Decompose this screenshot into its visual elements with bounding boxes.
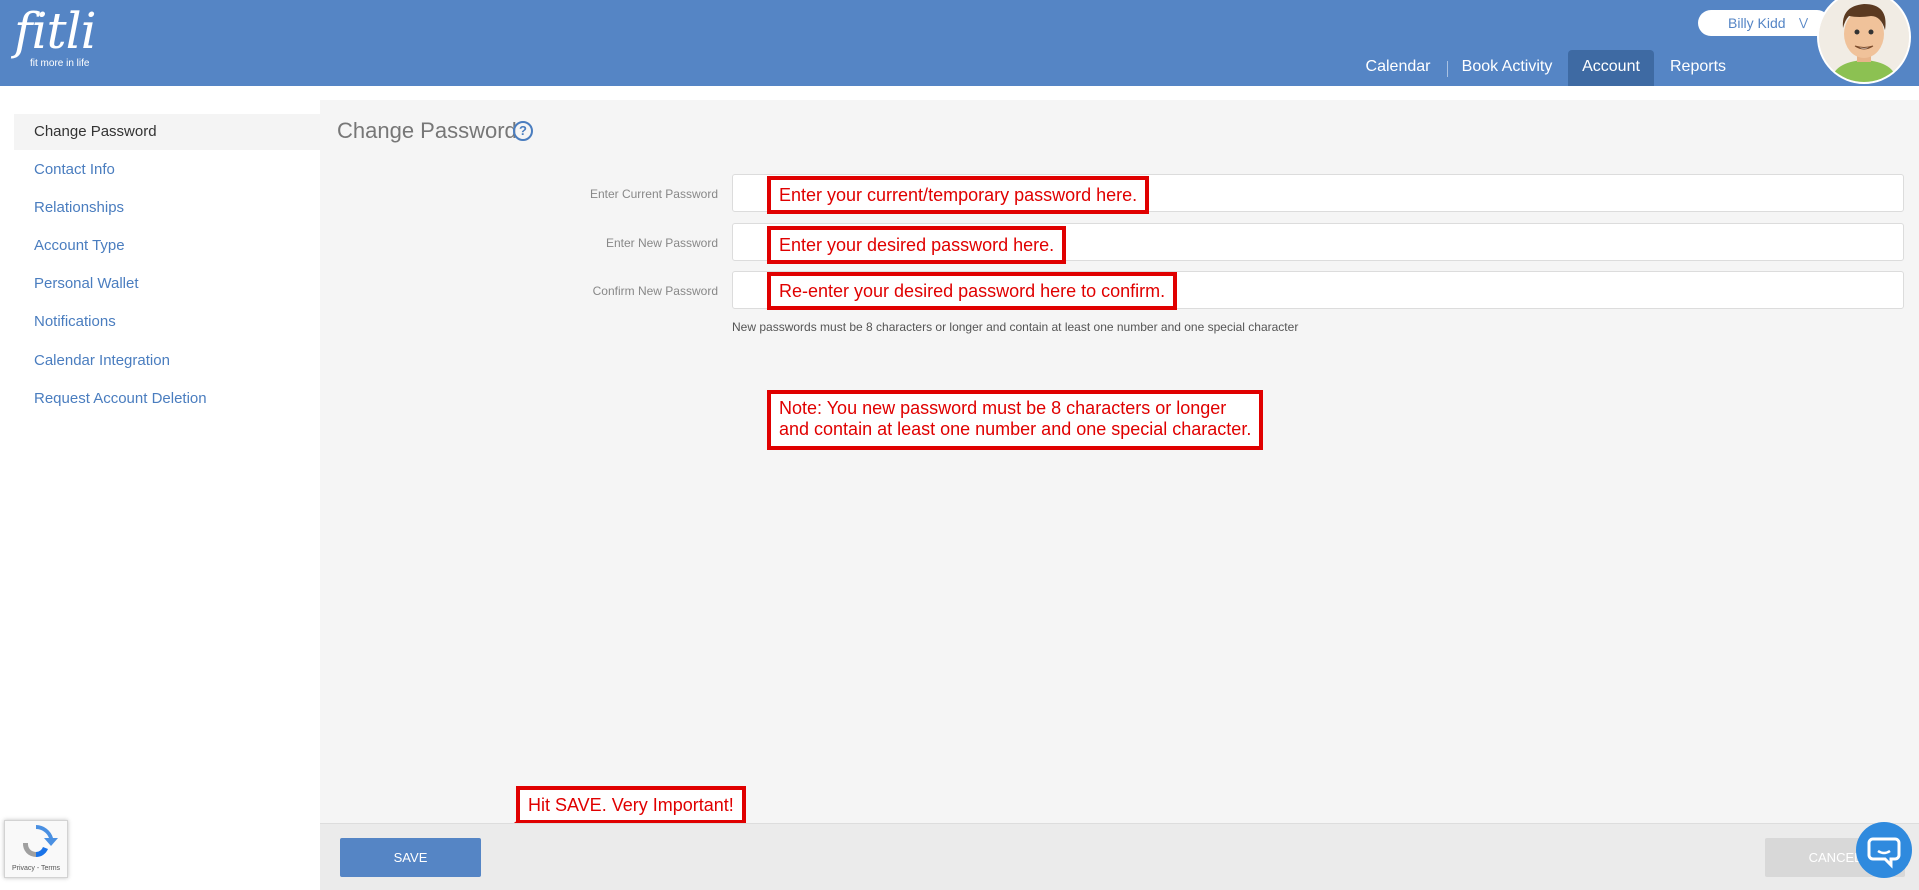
logo-wordmark: fitli	[14, 2, 97, 60]
current-password-label: Enter Current Password	[589, 187, 718, 201]
sidebar-item-contact-info[interactable]: Contact Info	[14, 152, 320, 188]
help-icon[interactable]: ?	[513, 121, 533, 141]
nav-account[interactable]: Account	[1568, 50, 1654, 86]
password-note-callout: Note: You new password must be 8 charact…	[767, 390, 1264, 450]
sidebar-item-account-type[interactable]: Account Type	[14, 228, 320, 264]
avatar-illustration	[1819, 0, 1909, 82]
nav-book-activity[interactable]: Book Activity	[1455, 50, 1559, 86]
avatar[interactable]	[1817, 0, 1911, 84]
logo-tagline: fit more in life	[30, 58, 90, 69]
sidebar-item-change-password[interactable]: Change Password	[14, 114, 320, 150]
sidebar-item-personal-wallet[interactable]: Personal Wallet	[14, 266, 320, 302]
chat-bubble-icon	[1867, 837, 1901, 869]
save-button[interactable]: SAVE	[340, 838, 481, 877]
current-password-callout: Enter your current/temporary password he…	[767, 176, 1150, 214]
note-line-2: and contain at least one number and one …	[779, 419, 1252, 439]
save-callout: Hit SAVE. Very Important!	[516, 786, 746, 824]
confirm-password-label: Confirm New Password	[592, 284, 718, 298]
top-header: fitli fit more in life Calendar Book Act…	[0, 0, 1919, 86]
chevron-down-icon: ⋁	[1799, 17, 1809, 29]
recaptcha-icon	[22, 825, 58, 858]
fitli-logo[interactable]: fitli fit more in life	[14, 2, 97, 69]
password-requirements-hint: New passwords must be 8 characters or lo…	[732, 320, 1299, 334]
note-line-1: Note: You new password must be 8 charact…	[779, 398, 1227, 418]
sidebar-item-relationships[interactable]: Relationships	[14, 190, 320, 226]
nav-reports[interactable]: Reports	[1663, 50, 1733, 86]
sidebar-item-notifications[interactable]: Notifications	[14, 304, 320, 340]
recaptcha-links[interactable]: Privacy - Terms	[5, 865, 67, 872]
new-password-label: Enter New Password	[605, 236, 718, 250]
footer-bar	[320, 823, 1919, 890]
page-title: Change Password	[337, 118, 517, 143]
recaptcha-badge[interactable]: Privacy - Terms	[4, 820, 68, 878]
account-sidebar: Change Password Contact Info Relationshi…	[0, 86, 320, 889]
confirm-password-callout: Re-enter your desired password here to c…	[767, 272, 1178, 310]
sidebar-item-request-account-deletion[interactable]: Request Account Deletion	[14, 381, 320, 417]
sidebar-item-calendar-integration[interactable]: Calendar Integration	[14, 343, 320, 379]
user-name: Billy Kidd	[1728, 15, 1786, 31]
user-menu[interactable]: Billy Kidd ⋁	[1698, 10, 1830, 36]
new-password-callout: Enter your desired password here.	[767, 226, 1067, 264]
nav-calendar[interactable]: Calendar	[1357, 50, 1439, 86]
chat-button[interactable]	[1856, 822, 1912, 878]
nav-divider	[1447, 61, 1448, 77]
